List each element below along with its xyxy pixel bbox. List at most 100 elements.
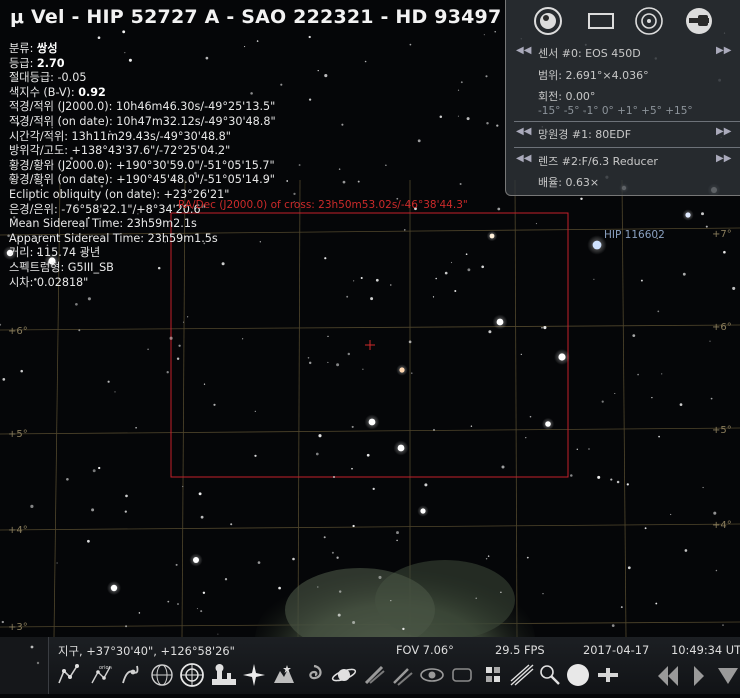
star — [257, 561, 261, 564]
star — [327, 361, 329, 363]
telescope-icon[interactable] — [536, 660, 564, 690]
star — [135, 427, 137, 429]
location-status: 지구, +37°30'40", +126°58'26" — [58, 644, 235, 658]
grid-label: +6° — [8, 326, 28, 337]
star — [178, 344, 181, 347]
atmosphere-icon[interactable] — [270, 660, 298, 690]
star — [378, 575, 382, 579]
star — [543, 326, 547, 330]
star — [658, 435, 660, 438]
rotation-scale[interactable]: -15° -5° -1° 0° +1° +5° +15° — [538, 105, 693, 117]
hide-toolbar-icon[interactable] — [718, 668, 738, 684]
star-label: HIP 116602 — [604, 229, 665, 241]
sensor-range: 범위: 2.691°×4.036° — [538, 69, 649, 82]
star — [138, 612, 141, 614]
bright-star — [110, 584, 118, 592]
bright-star — [558, 353, 566, 361]
prev-telescope-button[interactable]: ◀◀ — [516, 126, 531, 137]
star — [254, 410, 256, 412]
star — [525, 437, 527, 439]
prev-lens-button[interactable]: ◀◀ — [516, 153, 531, 164]
spectral-type: 스펙트럼형: G5III_SB — [9, 260, 114, 274]
star — [661, 373, 663, 375]
azimuthal-grid-icon[interactable] — [178, 660, 206, 690]
star — [92, 469, 96, 473]
mean-sidereal-time: Mean Sidereal Time: 23h59m2.1s — [9, 217, 197, 231]
crosshair-icon[interactable] — [594, 660, 622, 690]
star — [122, 30, 126, 34]
star — [200, 515, 204, 519]
next-telescope-button[interactable]: ▶▶ — [716, 126, 731, 137]
ground-icon[interactable] — [210, 660, 238, 690]
star — [66, 477, 69, 481]
star — [632, 334, 636, 337]
star — [224, 578, 228, 581]
equatorial-grid-icon[interactable] — [148, 660, 176, 690]
bright-star — [545, 421, 551, 427]
star — [610, 478, 613, 481]
object-magnitude: 등급: 2.70 — [9, 56, 65, 70]
equatorial-mount-icon[interactable] — [360, 660, 388, 690]
sensor-frame-icon[interactable] — [586, 6, 616, 36]
cardinal-points-icon[interactable] — [240, 660, 268, 690]
prev-sensor-button[interactable]: ◀◀ — [516, 45, 531, 56]
constellation-lines-icon[interactable] — [54, 660, 82, 690]
sensor-icon[interactable] — [564, 660, 592, 690]
star — [702, 486, 704, 489]
star — [327, 335, 329, 337]
star — [651, 396, 653, 399]
star — [626, 483, 629, 486]
star — [657, 310, 660, 313]
constellation-art-icon[interactable] — [117, 660, 145, 690]
window-navigation — [658, 660, 740, 692]
star — [366, 453, 370, 457]
star — [390, 284, 392, 286]
star — [20, 369, 23, 373]
star — [124, 510, 127, 513]
star — [203, 383, 206, 385]
magnification: 배율: 0.63× — [538, 176, 600, 189]
star — [2, 378, 6, 381]
planets-icon[interactable] — [330, 660, 358, 690]
star — [457, 89, 460, 91]
next-lens-button[interactable]: ▶▶ — [716, 153, 731, 164]
night-mode-icon[interactable] — [418, 660, 446, 690]
absolute-magnitude: 절대등급: -0.05 — [9, 71, 87, 85]
star — [616, 480, 620, 484]
ocular-view-icon[interactable] — [533, 6, 563, 36]
fullscreen-icon[interactable] — [448, 660, 476, 690]
star — [114, 391, 116, 393]
fov-status: FOV 7.06° — [396, 643, 454, 657]
star — [298, 164, 301, 166]
distance: 거리: 115.74 광년 — [9, 246, 101, 260]
star — [167, 600, 170, 603]
star — [125, 625, 128, 628]
next-sensor-button[interactable]: ▶▶ — [716, 45, 731, 56]
lens-name: 렌즈 #2:F/6.3 Reducer — [538, 155, 658, 168]
star — [364, 60, 367, 63]
next-arrow-icon[interactable] — [694, 666, 704, 686]
color-index: 색지수 (B-V): 0.92 — [9, 85, 106, 99]
star — [496, 124, 499, 127]
star — [679, 403, 683, 406]
bright-star — [592, 240, 602, 250]
date-status: 2017-04-17 — [583, 643, 650, 657]
star — [485, 558, 488, 560]
star — [78, 329, 81, 332]
telrad-icon[interactable] — [634, 6, 664, 36]
star — [360, 276, 363, 280]
satellites-icon[interactable] — [508, 660, 536, 690]
star — [466, 117, 470, 121]
star — [487, 555, 490, 557]
star — [147, 348, 149, 351]
star — [278, 586, 281, 590]
oculars-icon[interactable] — [482, 660, 510, 690]
center-icon[interactable] — [388, 660, 416, 690]
oculars-settings-icon[interactable] — [684, 6, 714, 36]
star — [713, 511, 717, 515]
constellation-labels-icon[interactable]: orion — [87, 660, 115, 690]
nebulae-icon[interactable] — [300, 660, 328, 690]
star — [87, 297, 91, 301]
prev-arrow-icon[interactable] — [658, 666, 678, 686]
star — [337, 613, 341, 617]
